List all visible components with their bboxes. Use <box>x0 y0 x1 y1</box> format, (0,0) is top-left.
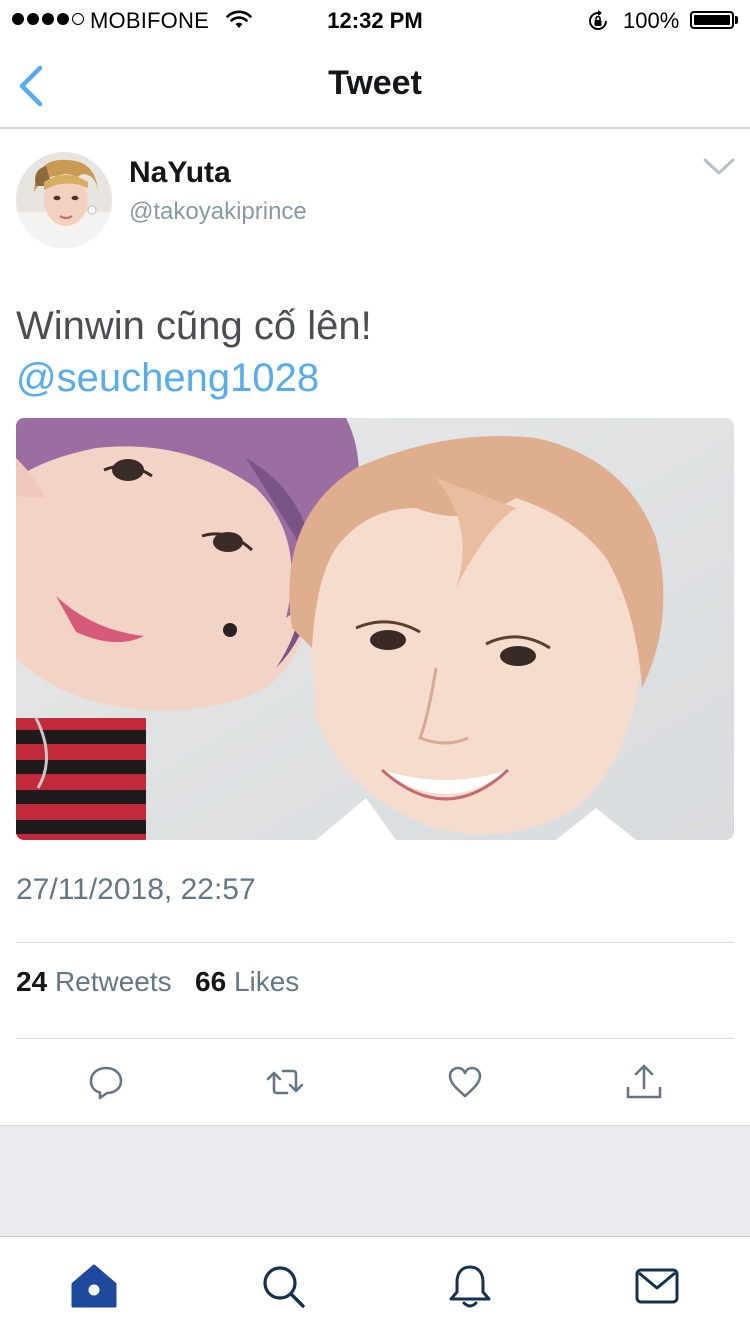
empty-area <box>0 1126 750 1236</box>
page-title: Tweet <box>328 64 422 102</box>
tweet-stats: 24 Retweets 66 Likes <box>16 966 299 998</box>
tab-messages[interactable] <box>633 1262 681 1310</box>
status-bar: MOBIFONE 12:32 PM 100% <box>0 0 750 40</box>
like-count: 66 <box>195 966 227 997</box>
mention-link[interactable]: @seucheng1028 <box>16 352 726 404</box>
tweet-text: Winwin cũng cố lên! @seucheng1028 <box>16 300 726 404</box>
avatar[interactable] <box>16 152 112 248</box>
author-name[interactable]: NaYuta <box>129 156 231 190</box>
messages-icon <box>635 1268 679 1304</box>
retweets-stat[interactable]: 24 Retweets <box>16 966 172 997</box>
battery-percentage: 100% <box>623 8 680 33</box>
retweet-icon <box>266 1069 304 1095</box>
tweet-timestamp: 27/11/2018, 22:57 <box>16 873 256 906</box>
tweet-photo[interactable] <box>16 418 734 840</box>
notifications-icon <box>449 1265 491 1308</box>
tab-home[interactable] <box>70 1262 118 1310</box>
retweet-button[interactable] <box>265 1062 305 1102</box>
retweet-label: Retweets <box>54 966 172 997</box>
like-icon <box>448 1066 482 1098</box>
home-icon <box>71 1264 117 1308</box>
like-button[interactable] <box>445 1062 485 1102</box>
tab-search[interactable] <box>259 1262 307 1310</box>
retweet-count: 24 <box>16 966 48 997</box>
like-label: Likes <box>233 966 300 997</box>
reply-button[interactable] <box>86 1062 126 1102</box>
tab-notifications[interactable] <box>446 1262 494 1310</box>
likes-stat[interactable]: 66 Likes <box>195 966 299 997</box>
stats-divider-top <box>16 942 734 943</box>
author-handle[interactable]: @takoyakiprince <box>129 198 307 226</box>
rotation-lock-icon <box>586 9 610 39</box>
battery-icon <box>690 11 734 29</box>
search-icon <box>263 1266 305 1308</box>
reply-icon <box>89 1066 123 1100</box>
tabbar-divider <box>0 1236 750 1237</box>
stats-divider-bottom <box>16 1038 734 1039</box>
chevron-down-icon <box>703 158 735 175</box>
more-options-button[interactable] <box>702 156 736 185</box>
nav-divider <box>0 127 750 129</box>
share-button[interactable] <box>624 1062 664 1102</box>
share-icon <box>626 1064 662 1099</box>
tweet-body: Winwin cũng cố lên! <box>16 304 372 348</box>
